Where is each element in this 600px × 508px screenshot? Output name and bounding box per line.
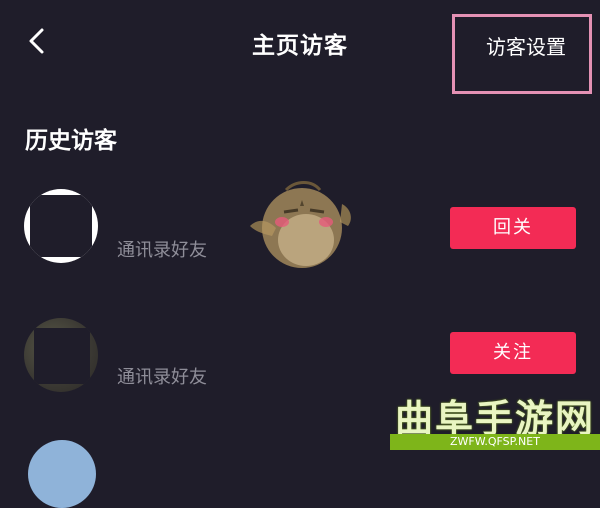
avatar[interactable]: [28, 440, 96, 508]
visitor-relation-label: 通讯录好友: [117, 240, 207, 261]
watermark-url: ZWFW.QFSP.NET: [450, 435, 540, 448]
site-watermark: 曲阜手游网 ZWFW.QFSP.NET: [390, 390, 600, 450]
avatar[interactable]: [24, 318, 98, 392]
avatar-redaction: [34, 328, 90, 384]
follow-button[interactable]: 关注: [450, 332, 576, 374]
mascot-sticker: [250, 181, 351, 268]
visitor-relation-label: 通讯录好友: [117, 367, 207, 388]
avatar-redaction: [30, 195, 92, 257]
section-title: 历史访客: [25, 128, 117, 154]
visitors-screen: 主页访客 访客设置 历史访客 通讯录好友 回关 通讯录好友 关注 曲阜手游网 Z…: [0, 0, 600, 508]
avatar[interactable]: [24, 189, 98, 263]
follow-back-button[interactable]: 回关: [450, 207, 576, 249]
visitor-settings-link[interactable]: 访客设置: [486, 31, 566, 60]
